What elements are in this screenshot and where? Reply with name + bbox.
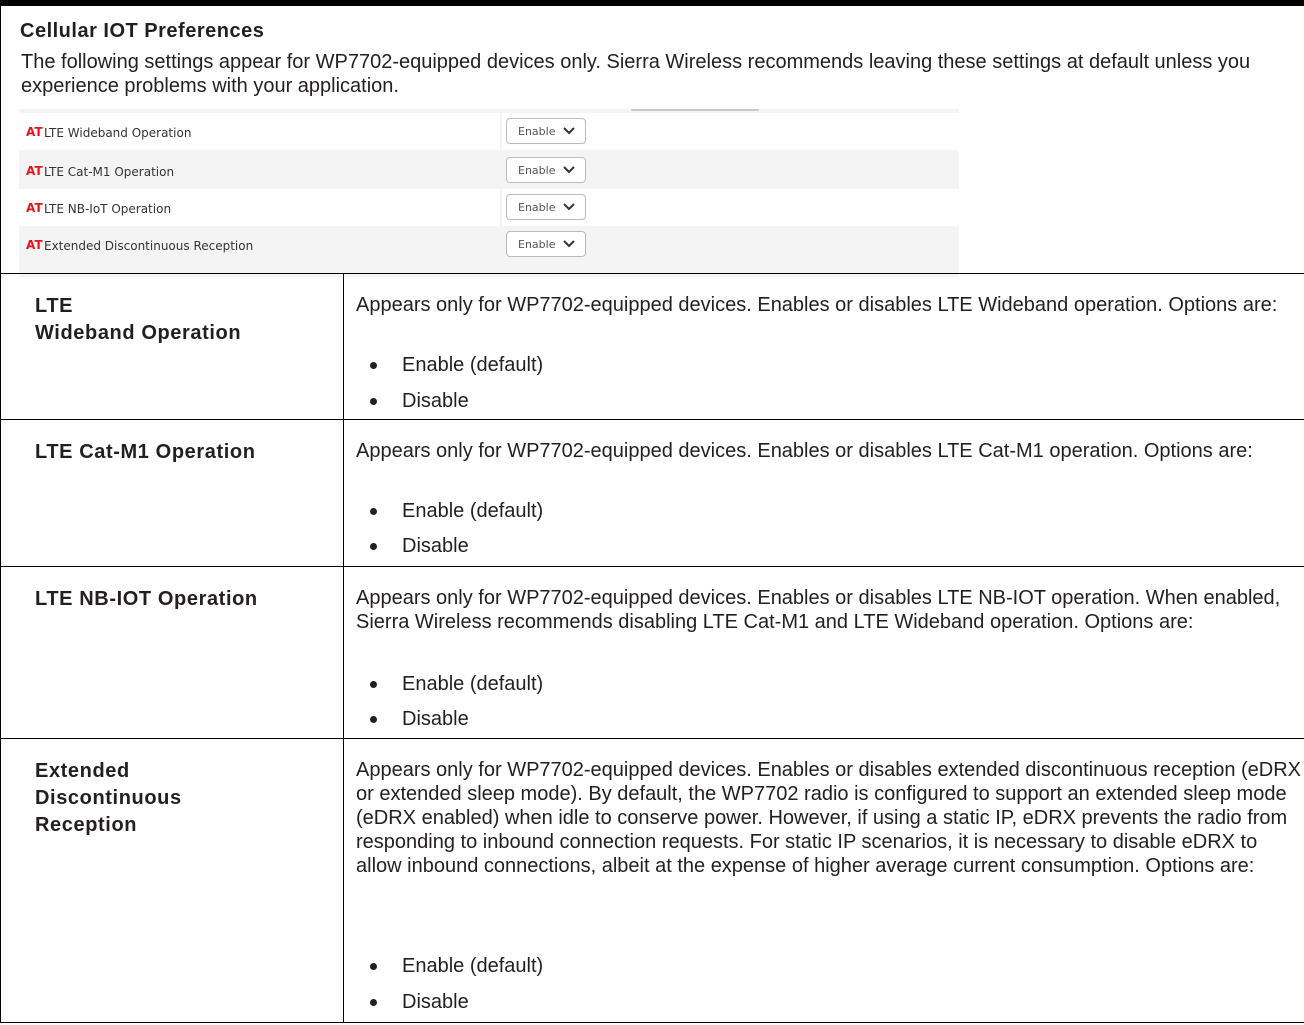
- term-label: LTE NB-IOT Operation: [35, 588, 258, 610]
- term-cell: Extended Discontinuous Reception: [0, 739, 344, 1022]
- option-label: Disable: [402, 535, 469, 557]
- description-text: Appears only for WP7702-equipped devices…: [356, 587, 1281, 633]
- bullet-icon: [370, 681, 377, 688]
- setting-label-cell: AT LTE Wideband Operation: [19, 113, 500, 150]
- at-badge: AT: [26, 201, 43, 215]
- lte-nb-iot-select[interactable]: Enable: [506, 194, 586, 220]
- option-label: Enable (default): [402, 673, 544, 695]
- option-label: Enable (default): [402, 955, 544, 977]
- select-value: Enable: [518, 125, 556, 138]
- description-cell: Appears only for WP7702-equipped devices…: [344, 739, 1304, 1022]
- lte-cat-m1-select[interactable]: Enable: [506, 157, 586, 183]
- setting-row: AT LTE Cat-M1 Operation Enable: [19, 152, 959, 189]
- setting-row: AT LTE Wideband Operation Enable: [19, 113, 959, 150]
- setting-label: Extended Discontinuous Reception: [44, 239, 254, 253]
- setting-label-cell: AT LTE Cat-M1 Operation: [19, 152, 500, 189]
- table-row: LTE Wideband Operation Appears only for …: [0, 273, 1304, 419]
- term-cell: LTE NB-IOT Operation: [0, 567, 344, 738]
- at-badge: AT: [26, 164, 43, 178]
- bullet-icon: [370, 398, 377, 405]
- select-value: Enable: [518, 201, 556, 214]
- at-badge: AT: [26, 238, 43, 252]
- setting-label: LTE Cat-M1 Operation: [44, 165, 175, 179]
- setting-value-cell: Enable: [502, 189, 952, 226]
- at-badge: AT: [26, 125, 43, 139]
- description-cell: Appears only for WP7702-equipped devices…: [344, 567, 1304, 738]
- chevron-down-icon: [563, 240, 575, 248]
- table-row: LTE NB-IOT Operation Appears only for WP…: [0, 566, 1304, 738]
- intro-paragraph: The following settings appear for WP7702…: [21, 51, 1251, 97]
- select-value: Enable: [518, 238, 556, 251]
- section-title: Cellular IOT Preferences: [20, 20, 265, 42]
- description-text: Appears only for WP7702-equipped devices…: [356, 294, 1278, 316]
- setting-row: AT Extended Discontinuous Reception Enab…: [19, 226, 959, 263]
- setting-value-cell: Enable: [502, 226, 952, 263]
- option-label: Disable: [402, 708, 469, 730]
- section-header: Cellular IOT Preferences The following s…: [0, 6, 1304, 277]
- table-row: LTE Cat-M1 Operation Appears only for WP…: [0, 419, 1304, 566]
- description-text: Appears only for WP7702-equipped devices…: [356, 759, 1302, 877]
- term-cell: LTE Wideband Operation: [0, 274, 344, 419]
- lte-wideband-select[interactable]: Enable: [506, 118, 586, 144]
- bullet-icon: [370, 543, 377, 550]
- option-label: Disable: [402, 390, 469, 412]
- setting-label-cell: AT Extended Discontinuous Reception: [19, 226, 500, 263]
- select-value: Enable: [518, 164, 556, 177]
- term-label: Extended Discontinuous Reception: [35, 760, 182, 836]
- edrx-select[interactable]: Enable: [506, 231, 586, 257]
- setting-value-cell: Enable: [502, 113, 952, 150]
- description-cell: Appears only for WP7702-equipped devices…: [344, 420, 1304, 566]
- tab-edge-decoration: [631, 109, 759, 111]
- term-label: LTE Cat-M1 Operation: [35, 441, 256, 463]
- table-row: Extended Discontinuous Reception Appears…: [0, 738, 1304, 1023]
- definitions-table: LTE Wideband Operation Appears only for …: [0, 273, 1304, 1025]
- option-label: Disable: [402, 991, 469, 1013]
- term-label: LTE Wideband Operation: [35, 295, 242, 344]
- setting-label-cell: AT LTE NB-IoT Operation: [19, 189, 500, 226]
- document-page: Cellular IOT Preferences The following s…: [0, 0, 1304, 1025]
- setting-value-cell: Enable: [502, 152, 952, 189]
- settings-screenshot: AT LTE Wideband Operation Enable AT LTE …: [19, 109, 959, 277]
- option-label: Enable (default): [402, 500, 544, 522]
- bullet-icon: [370, 716, 377, 723]
- bullet-icon: [370, 362, 377, 369]
- bullet-icon: [370, 999, 377, 1006]
- option-label: Enable (default): [402, 354, 544, 376]
- bullet-icon: [370, 508, 377, 515]
- setting-row: AT LTE NB-IoT Operation Enable: [19, 189, 959, 226]
- chevron-down-icon: [563, 203, 575, 211]
- chevron-down-icon: [563, 127, 575, 135]
- chevron-down-icon: [563, 166, 575, 174]
- description-text: Appears only for WP7702-equipped devices…: [356, 440, 1253, 462]
- description-cell: Appears only for WP7702-equipped devices…: [344, 274, 1304, 419]
- setting-label: LTE Wideband Operation: [44, 126, 192, 140]
- bullet-icon: [370, 963, 377, 970]
- setting-label: LTE NB-IoT Operation: [44, 202, 172, 216]
- term-cell: LTE Cat-M1 Operation: [0, 420, 344, 566]
